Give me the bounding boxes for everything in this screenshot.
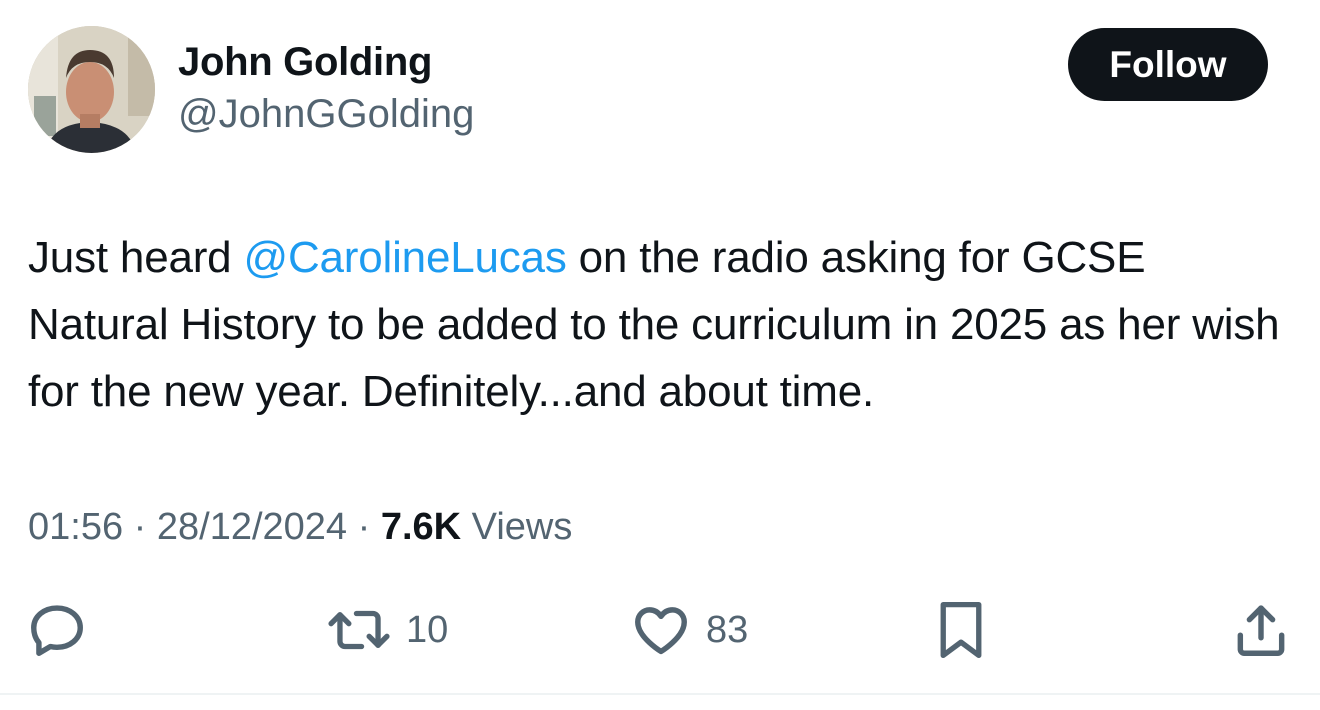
mention-link[interactable]: @CarolineLucas — [243, 233, 566, 282]
author-handle[interactable]: @JohnGGolding — [178, 92, 474, 137]
action-bar: 10 83 — [0, 595, 1320, 665]
retweet-count: 10 — [406, 608, 449, 651]
tweet-text: Just heard @CarolineLucas on the radio a… — [28, 224, 1292, 425]
reply-button[interactable] — [26, 595, 88, 665]
heart-icon — [635, 607, 687, 655]
like-button[interactable]: 83 — [630, 595, 748, 665]
share-icon — [1237, 605, 1285, 656]
retweet-icon — [328, 610, 390, 650]
avatar-photo — [28, 26, 155, 153]
follow-button[interactable]: Follow — [1068, 28, 1268, 101]
meta-separator: · — [123, 506, 157, 548]
avatar[interactable] — [28, 26, 155, 153]
bottom-divider — [0, 693, 1320, 695]
views-label: Views — [461, 506, 573, 548]
tweet-meta: 01:56 · 28/12/2024 · 7.6K Views — [28, 506, 572, 549]
bookmark-button[interactable] — [930, 595, 992, 665]
retweet-button[interactable]: 10 — [326, 595, 448, 665]
tweet-time[interactable]: 01:56 — [28, 506, 123, 548]
like-count: 83 — [706, 608, 749, 651]
author-display-name[interactable]: John Golding — [178, 40, 432, 85]
bookmark-icon — [940, 601, 982, 659]
tweet-text-start: Just heard — [28, 233, 244, 282]
meta-separator: · — [347, 506, 381, 548]
tweet-date[interactable]: 28/12/2024 — [157, 506, 347, 548]
tweet-card: John Golding @JohnGGolding Follow Just h… — [0, 0, 1320, 710]
reply-icon — [31, 605, 83, 656]
share-button[interactable] — [1230, 595, 1292, 665]
views-count: 7.6K — [380, 506, 462, 548]
